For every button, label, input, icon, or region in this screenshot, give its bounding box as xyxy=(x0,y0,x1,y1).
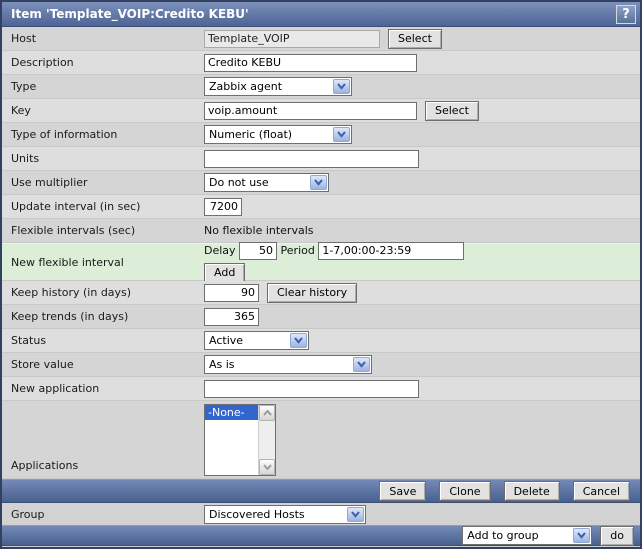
action-select[interactable]: Add to group xyxy=(462,526,593,545)
key-select-button[interactable]: Select xyxy=(425,100,479,121)
group-select-value: Discovered Hosts xyxy=(209,507,305,521)
group-label: Group xyxy=(11,507,45,521)
clone-button[interactable]: Clone xyxy=(439,481,491,501)
status-label: Status xyxy=(11,334,47,347)
row-applications: Applications -None- xyxy=(2,401,640,479)
type-of-information-label: Type of information xyxy=(11,128,118,141)
period-label: Period xyxy=(280,244,315,257)
do-button[interactable]: do xyxy=(600,525,634,546)
description-label: Description xyxy=(11,56,74,69)
row-group: Group Discovered Hosts xyxy=(2,503,640,525)
status-select-value: Active xyxy=(209,334,244,347)
row-use-multiplier: Use multiplier Do not use xyxy=(2,171,640,195)
store-value-select-value: As is xyxy=(209,358,235,371)
clear-history-button[interactable]: Clear history xyxy=(267,282,358,303)
row-flexible-intervals: Flexible intervals (sec) No flexible int… xyxy=(2,219,640,243)
row-keep-history: Keep history (in days) Clear history xyxy=(2,281,640,305)
units-label: Units xyxy=(11,152,40,165)
new-flexible-interval-label: New flexible interval xyxy=(11,255,124,269)
title-bar: Item 'Template_VOIP:Credito KEBU' ? xyxy=(2,2,640,27)
scroll-up-icon[interactable] xyxy=(259,405,275,421)
row-update-interval: Update interval (in sec) xyxy=(2,195,640,219)
store-value-select[interactable]: As is xyxy=(204,355,372,374)
row-key: Key Select xyxy=(2,99,640,123)
window-title: Item 'Template_VOIP:Credito KEBU' xyxy=(11,7,249,21)
delay-label: Delay xyxy=(204,244,236,257)
help-icon[interactable]: ? xyxy=(616,4,636,24)
description-input[interactable] xyxy=(204,53,417,72)
host-label: Host xyxy=(11,32,37,45)
period-input[interactable] xyxy=(318,241,465,260)
type-select[interactable]: Zabbix agent xyxy=(204,77,352,96)
applications-label: Applications xyxy=(11,459,79,472)
use-multiplier-select[interactable]: Do not use xyxy=(204,173,329,192)
scroll-down-icon[interactable] xyxy=(259,459,275,475)
type-of-information-select-value: Numeric (float) xyxy=(209,128,293,141)
use-multiplier-label: Use multiplier xyxy=(11,176,88,189)
dropdown-arrow-icon xyxy=(573,528,591,543)
group-select[interactable]: Discovered Hosts xyxy=(204,504,366,524)
flexible-intervals-label: Flexible intervals (sec) xyxy=(11,224,136,237)
store-value-label: Store value xyxy=(11,358,74,371)
update-interval-label: Update interval (in sec) xyxy=(11,200,141,213)
new-application-label: New application xyxy=(11,382,100,395)
row-type: Type Zabbix agent xyxy=(2,75,640,99)
new-application-input[interactable] xyxy=(204,379,419,398)
dropdown-arrow-icon xyxy=(290,333,307,348)
footer-button-bar: Save Clone Delete Cancel xyxy=(2,479,640,503)
applications-scrollbar[interactable] xyxy=(258,405,275,475)
applications-listbox[interactable]: -None- xyxy=(204,404,276,476)
keep-trends-label: Keep trends (in days) xyxy=(11,310,129,323)
flexible-intervals-value: No flexible intervals xyxy=(204,224,314,237)
row-type-of-information: Type of information Numeric (float) xyxy=(2,123,640,147)
row-units: Units xyxy=(2,147,640,171)
row-description: Description xyxy=(2,51,640,75)
row-new-application: New application xyxy=(2,377,640,401)
key-label: Key xyxy=(11,104,31,117)
delay-input[interactable] xyxy=(239,241,278,260)
dropdown-arrow-icon xyxy=(347,506,364,522)
dropdown-arrow-icon xyxy=(310,175,327,190)
save-button[interactable]: Save xyxy=(379,481,427,501)
type-label: Type xyxy=(11,80,37,93)
keep-trends-input[interactable] xyxy=(204,307,259,326)
add-button[interactable]: Add xyxy=(204,262,246,283)
key-input[interactable] xyxy=(204,101,417,120)
keep-history-label: Keep history (in days) xyxy=(11,286,132,299)
status-select[interactable]: Active xyxy=(204,331,309,350)
cancel-button[interactable]: Cancel xyxy=(572,481,630,501)
keep-history-input[interactable] xyxy=(204,283,259,302)
dropdown-arrow-icon xyxy=(333,79,350,94)
host-select-button[interactable]: Select xyxy=(388,28,442,49)
delete-button[interactable]: Delete xyxy=(503,481,560,501)
bottom-strip xyxy=(2,546,640,547)
row-keep-trends: Keep trends (in days) xyxy=(2,305,640,329)
units-input[interactable] xyxy=(204,149,419,168)
host-input[interactable] xyxy=(204,29,380,48)
row-host: Host Select xyxy=(2,27,640,51)
type-select-value: Zabbix agent xyxy=(209,80,283,93)
dropdown-arrow-icon xyxy=(353,357,370,372)
dropdown-arrow-icon xyxy=(333,127,350,142)
use-multiplier-select-value: Do not use xyxy=(209,176,269,189)
row-status: Status Active xyxy=(2,329,640,353)
action-select-value: Add to group xyxy=(467,529,539,542)
type-of-information-select[interactable]: Numeric (float) xyxy=(204,125,352,144)
item-config-window: Item 'Template_VOIP:Credito KEBU' ? Host… xyxy=(0,0,642,549)
row-store-value: Store value As is xyxy=(2,353,640,377)
row-new-flexible-interval: New flexible interval Delay Period Add xyxy=(2,241,640,283)
bottom-action-bar: Add to group do xyxy=(2,525,640,546)
applications-option-none[interactable]: -None- xyxy=(205,405,258,420)
update-interval-input[interactable] xyxy=(204,197,242,216)
